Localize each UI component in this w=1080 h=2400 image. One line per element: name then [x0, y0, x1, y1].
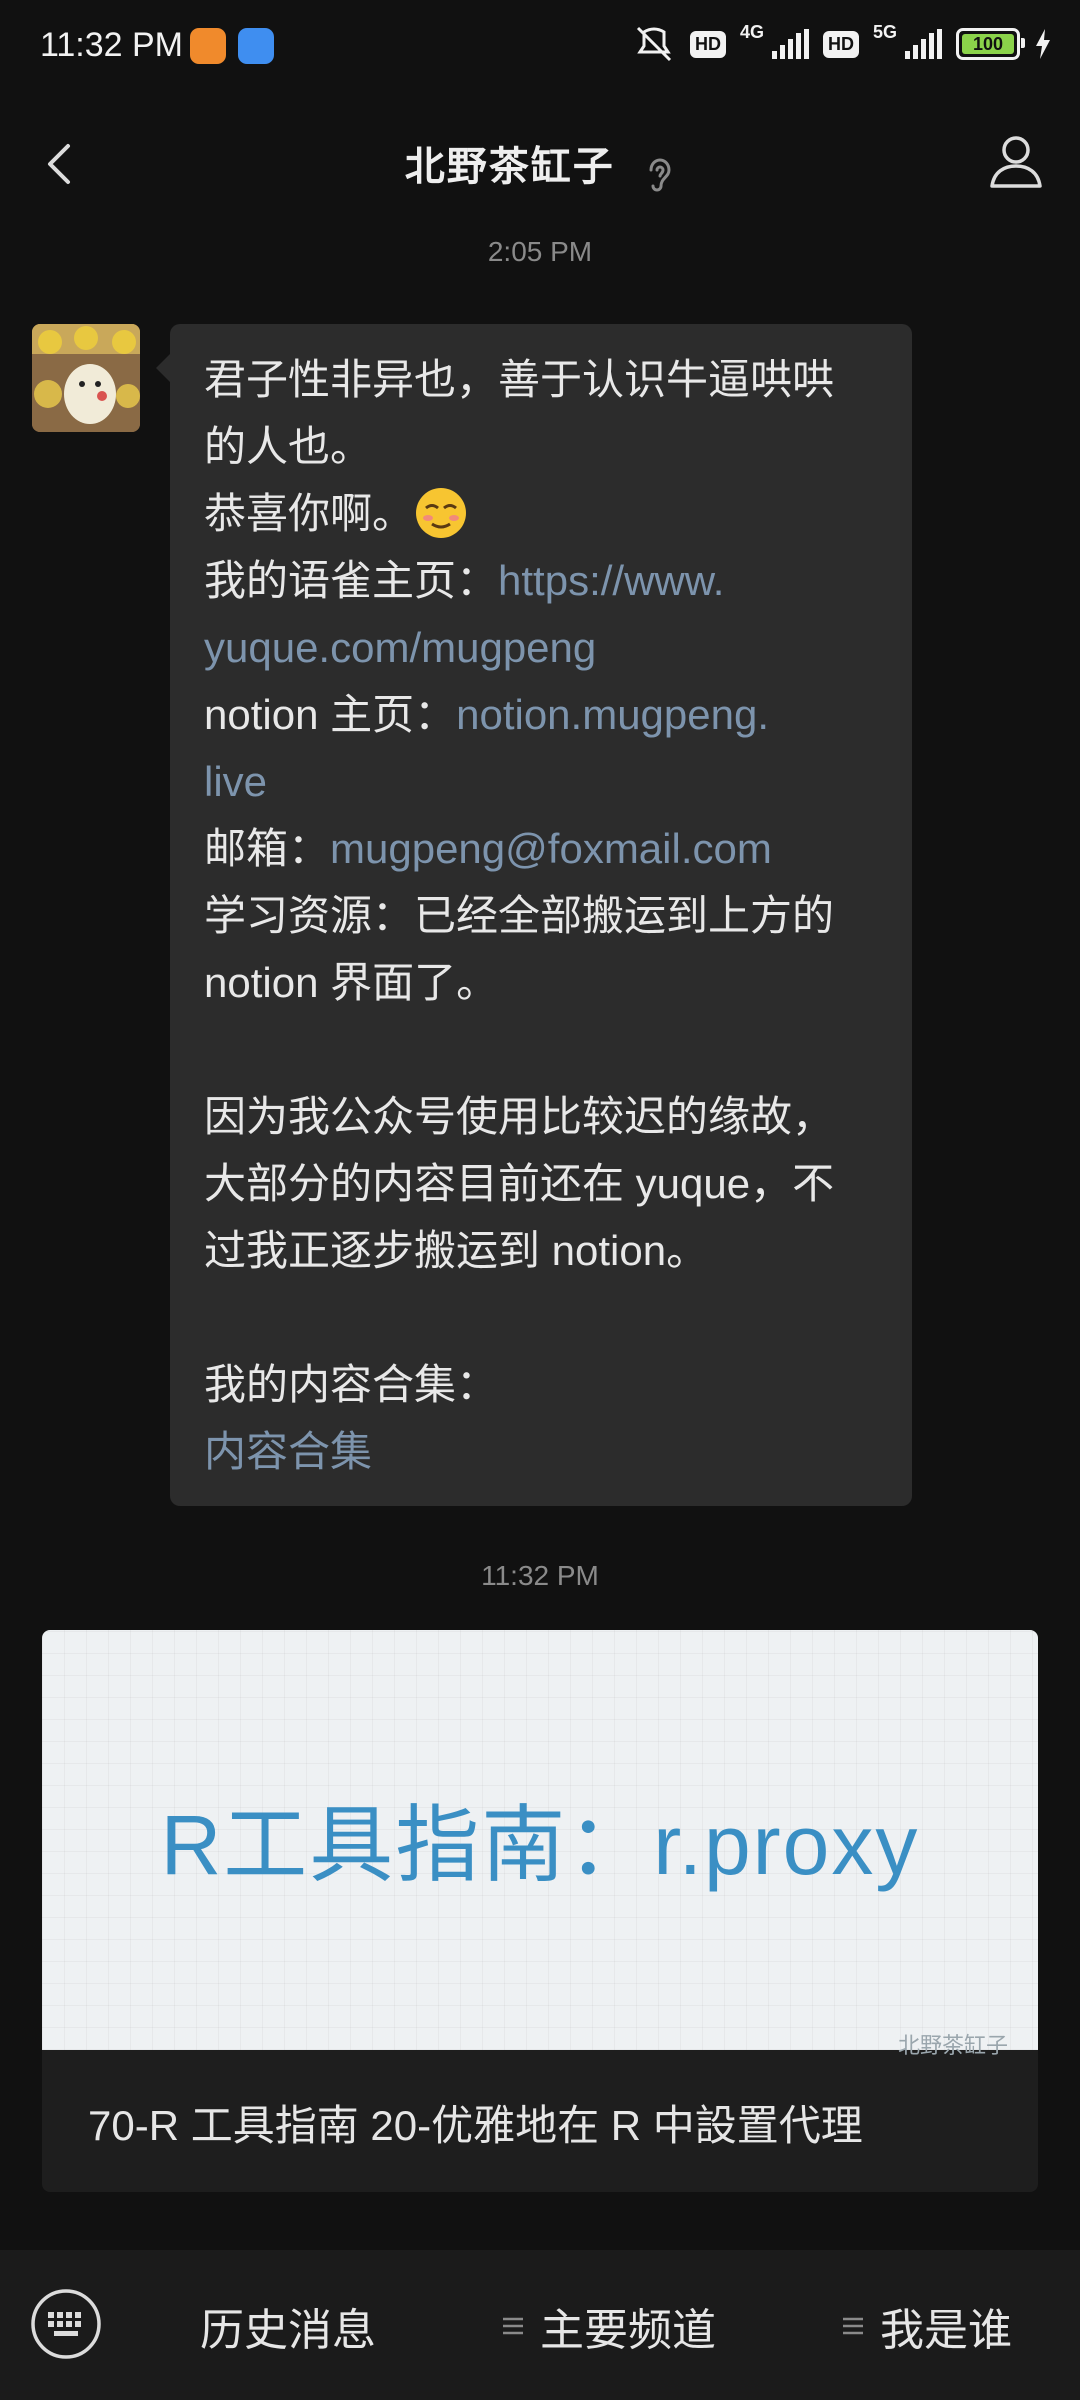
chat-title: 北野茶缸子 — [404, 145, 615, 189]
menu-label: 我是谁 — [880, 2306, 1012, 2355]
battery-icon: 100 — [956, 28, 1025, 60]
menu-who-am-i[interactable]: 我是谁 — [842, 2294, 1012, 2358]
cover-title-text: R工具指南：r.proxy — [160, 1798, 920, 1892]
yuque-link-cont[interactable]: yuque.com/mugpeng — [204, 614, 878, 681]
mute-vibrate-icon — [636, 26, 672, 62]
battery-level: 100 — [972, 33, 1004, 54]
notification-app-icon — [190, 28, 226, 64]
profile-icon[interactable] — [982, 128, 1050, 196]
status-icons: HD 4G HD 5G 100 — [632, 21, 1052, 64]
message-line: 学习资源：已经全部搬运到上方的 — [204, 892, 835, 939]
keyboard-icon[interactable] — [30, 2288, 102, 2360]
email-label: 邮箱： — [204, 825, 331, 872]
message-line: 的人也。 — [204, 423, 373, 470]
hd-badge: HD — [689, 30, 726, 58]
menu-lines-icon — [843, 2317, 863, 2335]
yuque-label: 我的语雀主页： — [204, 557, 499, 604]
message-bubble[interactable]: 君子性非异也，善于认识牛逼哄哄 的人也。 恭喜你啊。 我的语雀主页：https:… — [156, 324, 912, 1506]
hd-badge-2: HD — [822, 30, 859, 58]
article-title: 70-R 工具指南 20-优雅地在 R 中設置代理 — [88, 2102, 863, 2149]
status-bar: 11:32 PM HD 4G HD 5G 100 — [0, 0, 1080, 96]
pikachu-avatar-image — [32, 324, 140, 432]
chat-header: 北野茶缸子 — [0, 110, 1080, 220]
message-line: 邮箱：mugpeng@foxmail.com — [204, 815, 878, 882]
status-time: 11:32 PM — [40, 26, 184, 64]
notification-app-icon-2 — [238, 28, 274, 64]
bottom-menu-bar: 历史消息 主要频道 我是谁 — [0, 2250, 1080, 2400]
message-line-with-emoji: 恭喜你啊。 — [204, 480, 878, 547]
charging-icon — [1036, 29, 1050, 59]
message-timestamp-2: 11:32 PM — [481, 1560, 599, 1591]
yuque-link[interactable]: https://www. — [498, 557, 724, 604]
message-text: 恭喜你啊。 — [204, 490, 415, 537]
smirk-emoji-icon — [416, 487, 467, 538]
network-5g-label: 5G — [872, 21, 897, 42]
content-collection-link[interactable]: 内容合集 — [204, 1418, 878, 1485]
avatar[interactable] — [32, 324, 140, 432]
notion-label: notion 主页： — [204, 691, 457, 738]
article-card[interactable]: R工具指南：r.proxy 北野茶缸子 70-R 工具指南 20-优雅地在 R … — [42, 1630, 1038, 2192]
menu-label: 历史消息 — [200, 2306, 376, 2355]
article-cover-image: R工具指南：r.proxy 北野茶缸子 — [42, 1630, 1038, 2058]
message-line: 大部分的内容目前还在 yuque，不 — [204, 1160, 835, 1207]
menu-label: 主要频道 — [540, 2306, 716, 2355]
menu-lines-icon — [503, 2317, 523, 2335]
signal-icon — [771, 29, 809, 59]
cover-watermark: 北野茶缸子 — [897, 2033, 1008, 2058]
email-link[interactable]: mugpeng@foxmail.com — [330, 825, 772, 872]
menu-main-channel[interactable]: 主要频道 — [502, 2294, 716, 2358]
message-line: 因为我公众号使用比较迟的缘故， — [204, 1093, 835, 1140]
message-line: 我的内容合集： — [204, 1361, 499, 1408]
title-wrap: 北野茶缸子 — [0, 134, 1080, 196]
message-timestamp: 2:05 PM — [487, 236, 593, 267]
notion-link-cont[interactable]: live — [204, 748, 878, 815]
network-4g-label: 4G — [739, 21, 764, 42]
ear-icon — [649, 158, 671, 192]
signal-icon-2 — [905, 29, 942, 59]
message-line: 君子性非异也，善于认识牛逼哄哄 — [204, 356, 835, 403]
notion-link[interactable]: notion.mugpeng. — [456, 691, 769, 738]
message-line: 过我正逐步搬运到 notion。 — [204, 1227, 709, 1274]
menu-history-messages[interactable]: 历史消息 — [200, 2294, 376, 2358]
message-line: notion 主页：notion.mugpeng. — [204, 681, 878, 748]
message-line: 我的语雀主页：https://www. — [204, 547, 878, 614]
message-line: notion 界面了。 — [204, 959, 499, 1006]
